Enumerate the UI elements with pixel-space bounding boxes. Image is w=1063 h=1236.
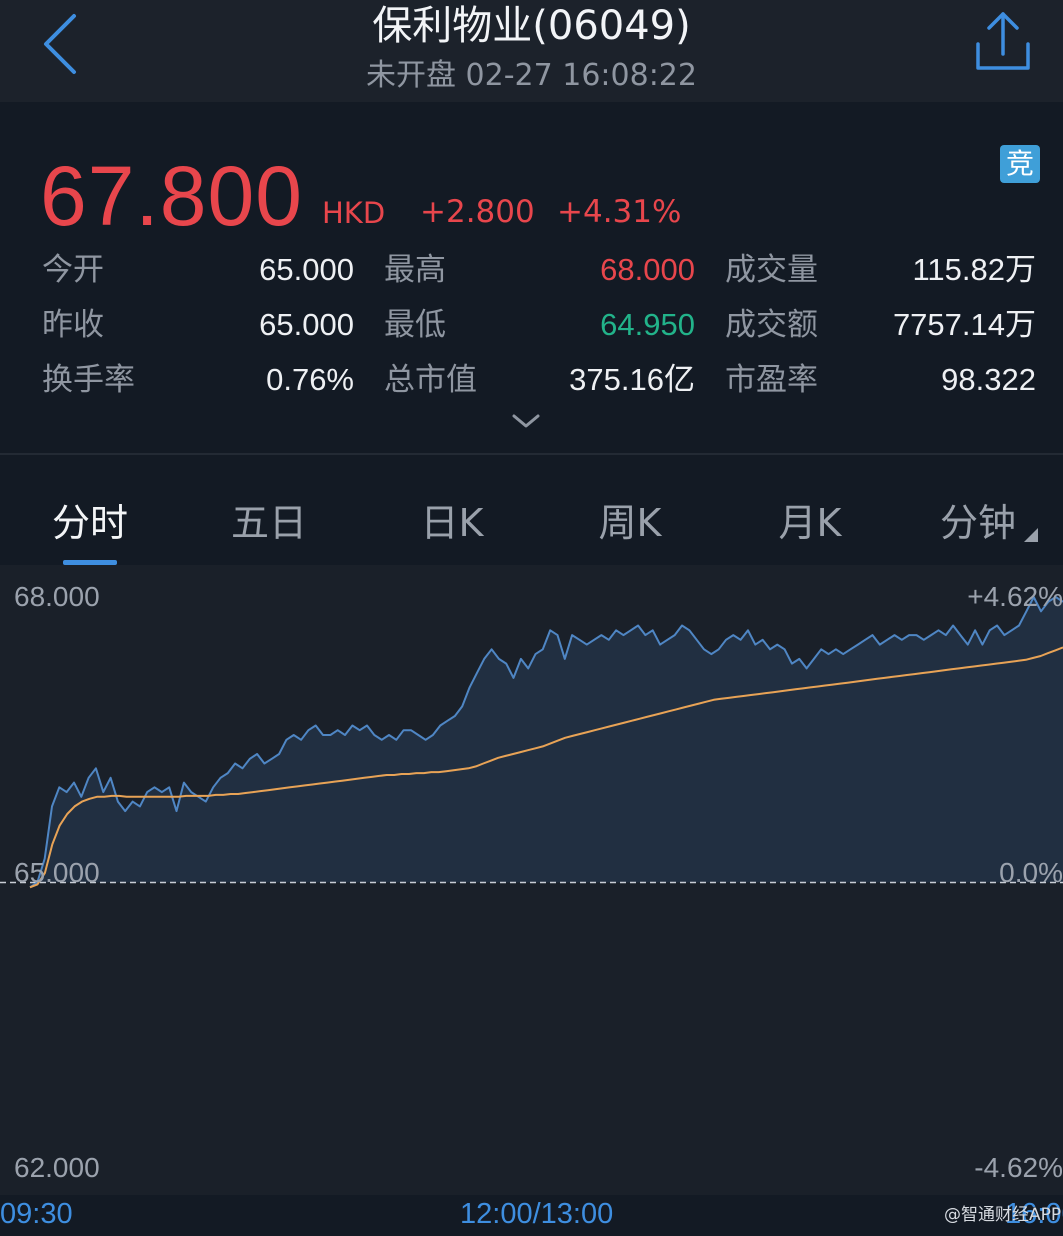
stat-value-market-cap: 375.16亿 — [569, 362, 695, 397]
y-right-tick-high: +4.62% — [967, 581, 1063, 612]
y-left-tick-low: 62.000 — [14, 1152, 100, 1183]
y-left-tick-high: 68.000 — [14, 581, 100, 612]
dropdown-triangle-icon[interactable] — [1022, 526, 1040, 544]
tab-daily-k[interactable]: 日K — [410, 499, 494, 547]
watermark: @智通财经APP — [944, 1205, 1062, 1225]
time-axis: 09:30 12:00/13:00 16:00 — [0, 1195, 1063, 1236]
nav-header: 保利物业(06049) 未开盘 02-27 16:08:22 — [0, 0, 1063, 102]
stat-label-turnover: 成交额 — [725, 307, 818, 343]
stat-label-low: 最低 — [384, 307, 446, 343]
x-tick-open: 09:30 — [0, 1198, 73, 1230]
share-button[interactable] — [966, 8, 1040, 74]
stat-value-low: 64.950 — [600, 307, 695, 342]
y-right-tick-mid: 0.0% — [999, 857, 1063, 888]
stat-label-volume: 成交量 — [725, 252, 818, 288]
stat-value-turnover: 7757.14万 — [892, 307, 1036, 342]
expand-button[interactable] — [510, 410, 542, 432]
currency: HKD — [322, 196, 386, 230]
chevron-down-icon — [512, 414, 540, 428]
stat-value-open: 65.000 — [259, 252, 354, 287]
stat-label-market-cap: 总市值 — [384, 362, 477, 398]
stat-value-volume: 115.82万 — [912, 252, 1036, 287]
stat-label-pe: 市盈率 — [725, 362, 818, 398]
stat-label-prev-close: 昨收 — [42, 307, 104, 343]
stat-label-turnover-rate: 换手率 — [42, 362, 135, 398]
share-icon — [976, 12, 1030, 70]
stat-value-high: 68.000 — [600, 252, 695, 287]
stat-label-high: 最高 — [384, 252, 446, 288]
stat-value-prev-close: 65.000 — [259, 307, 354, 342]
x-tick-midday: 12:00/13:00 — [460, 1198, 614, 1230]
chart-tabs: 分时 五日 日K 周K 月K 分钟 — [0, 455, 1063, 565]
tab-intraday[interactable]: 分时 — [50, 499, 130, 547]
tab-minute[interactable]: 分钟 — [936, 499, 1020, 547]
intraday-chart[interactable]: 68.000 65.000 62.000 +4.62% 0.0% -4.62% — [0, 565, 1063, 1195]
stat-value-turnover-rate: 0.76% — [266, 362, 354, 397]
market-status: 未开盘 02-27 16:08:22 — [366, 58, 697, 93]
last-price: 67.800 — [40, 149, 303, 243]
y-left-tick-mid: 65.000 — [14, 857, 100, 888]
price-change-percent: +4.31% — [557, 194, 682, 230]
tab-five-day[interactable]: 五日 — [229, 499, 309, 547]
quote-panel: 67.800 HKD +2.800 +4.31% 竞 今开 65.000 最高 … — [0, 102, 1063, 454]
stat-label-open: 今开 — [42, 252, 104, 288]
tab-monthly-k[interactable]: 月K — [768, 499, 852, 547]
price-change: +2.800 — [420, 194, 535, 230]
y-right-tick-low: -4.62% — [974, 1152, 1063, 1183]
stat-value-pe: 98.322 — [941, 362, 1036, 397]
auction-badge[interactable]: 竞 — [1000, 145, 1040, 183]
page-title: 保利物业(06049) — [372, 3, 691, 49]
tab-weekly-k[interactable]: 周K — [588, 499, 672, 547]
